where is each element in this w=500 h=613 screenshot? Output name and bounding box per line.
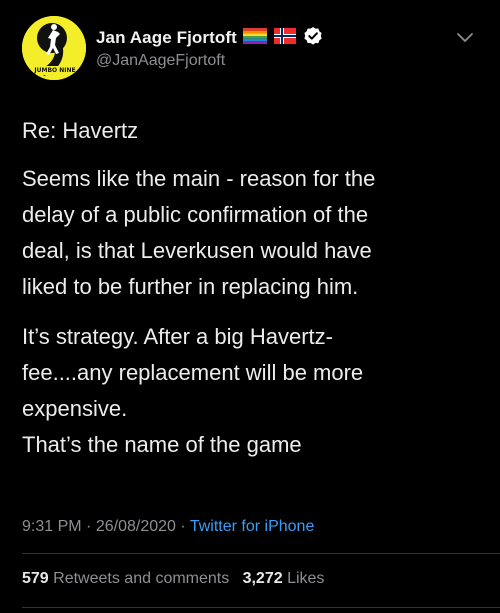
avatar-text: JUMBO NINE bbox=[34, 67, 76, 74]
avatar[interactable]: JUMBO NINE bbox=[22, 16, 86, 80]
tweet-time: 9:31 PM bbox=[22, 518, 82, 535]
tweet-line: Seems like the main - reason for the bbox=[22, 166, 376, 191]
tweet-line: fee....any replacement will be more bbox=[22, 360, 364, 385]
rainbow-flag-icon bbox=[242, 27, 267, 49]
retweets-count: 579 bbox=[22, 570, 49, 587]
tweet-meta: 9:31 PM · 26/08/2020 · Twitter for iPhon… bbox=[22, 518, 314, 536]
likes-stat[interactable]: 3,272 Likes bbox=[243, 570, 325, 587]
tweet-date: 26/08/2020 bbox=[95, 518, 176, 535]
name-row: Jan Aage Fjortoft bbox=[96, 26, 323, 51]
tweet-paragraph-2: It’s strategy. After a big Havertz- fee.… bbox=[22, 319, 478, 463]
likes-count: 3,272 bbox=[242, 570, 283, 587]
tweet-paragraph-1: Seems like the main - reason for the del… bbox=[22, 161, 478, 305]
tweet-line: expensive. bbox=[22, 396, 128, 421]
display-name[interactable]: Jan Aage Fjortoft bbox=[96, 28, 237, 48]
tweet-header: JUMBO NINE Jan Aage Fjortoft @JanAageFjo… bbox=[0, 0, 500, 95]
tweet-text: Re: Havertz Seems like the main - reason… bbox=[22, 113, 478, 463]
tweet-intro: Re: Havertz bbox=[22, 118, 139, 143]
user-handle[interactable]: @JanAageFjortoft bbox=[96, 52, 225, 70]
retweets-label: Retweets and comments bbox=[53, 570, 230, 587]
meta-separator: · bbox=[86, 518, 92, 535]
tweet-stats: 579 Retweets and comments 3,272 Likes bbox=[22, 570, 324, 588]
divider bbox=[22, 607, 500, 608]
retweets-stat[interactable]: 579 Retweets and comments bbox=[22, 570, 234, 587]
tweet-line: That’s the name of the game bbox=[22, 432, 302, 457]
tweet-line: liked to be further in replacing him. bbox=[22, 274, 359, 299]
tweet-line: delay of a public confirmation of the bbox=[22, 202, 369, 227]
tweet-source-link[interactable]: Twitter for iPhone bbox=[190, 518, 315, 535]
likes-label: Likes bbox=[287, 570, 325, 587]
divider bbox=[22, 553, 500, 554]
tweet-line: It’s strategy. After a big Havertz- bbox=[22, 324, 333, 349]
norway-flag-icon bbox=[273, 27, 297, 49]
chevron-down-icon[interactable] bbox=[456, 31, 474, 45]
tweet-line: deal, is that Leverkusen would have bbox=[22, 238, 372, 263]
verified-badge-icon bbox=[303, 26, 323, 51]
meta-separator: · bbox=[180, 518, 186, 535]
